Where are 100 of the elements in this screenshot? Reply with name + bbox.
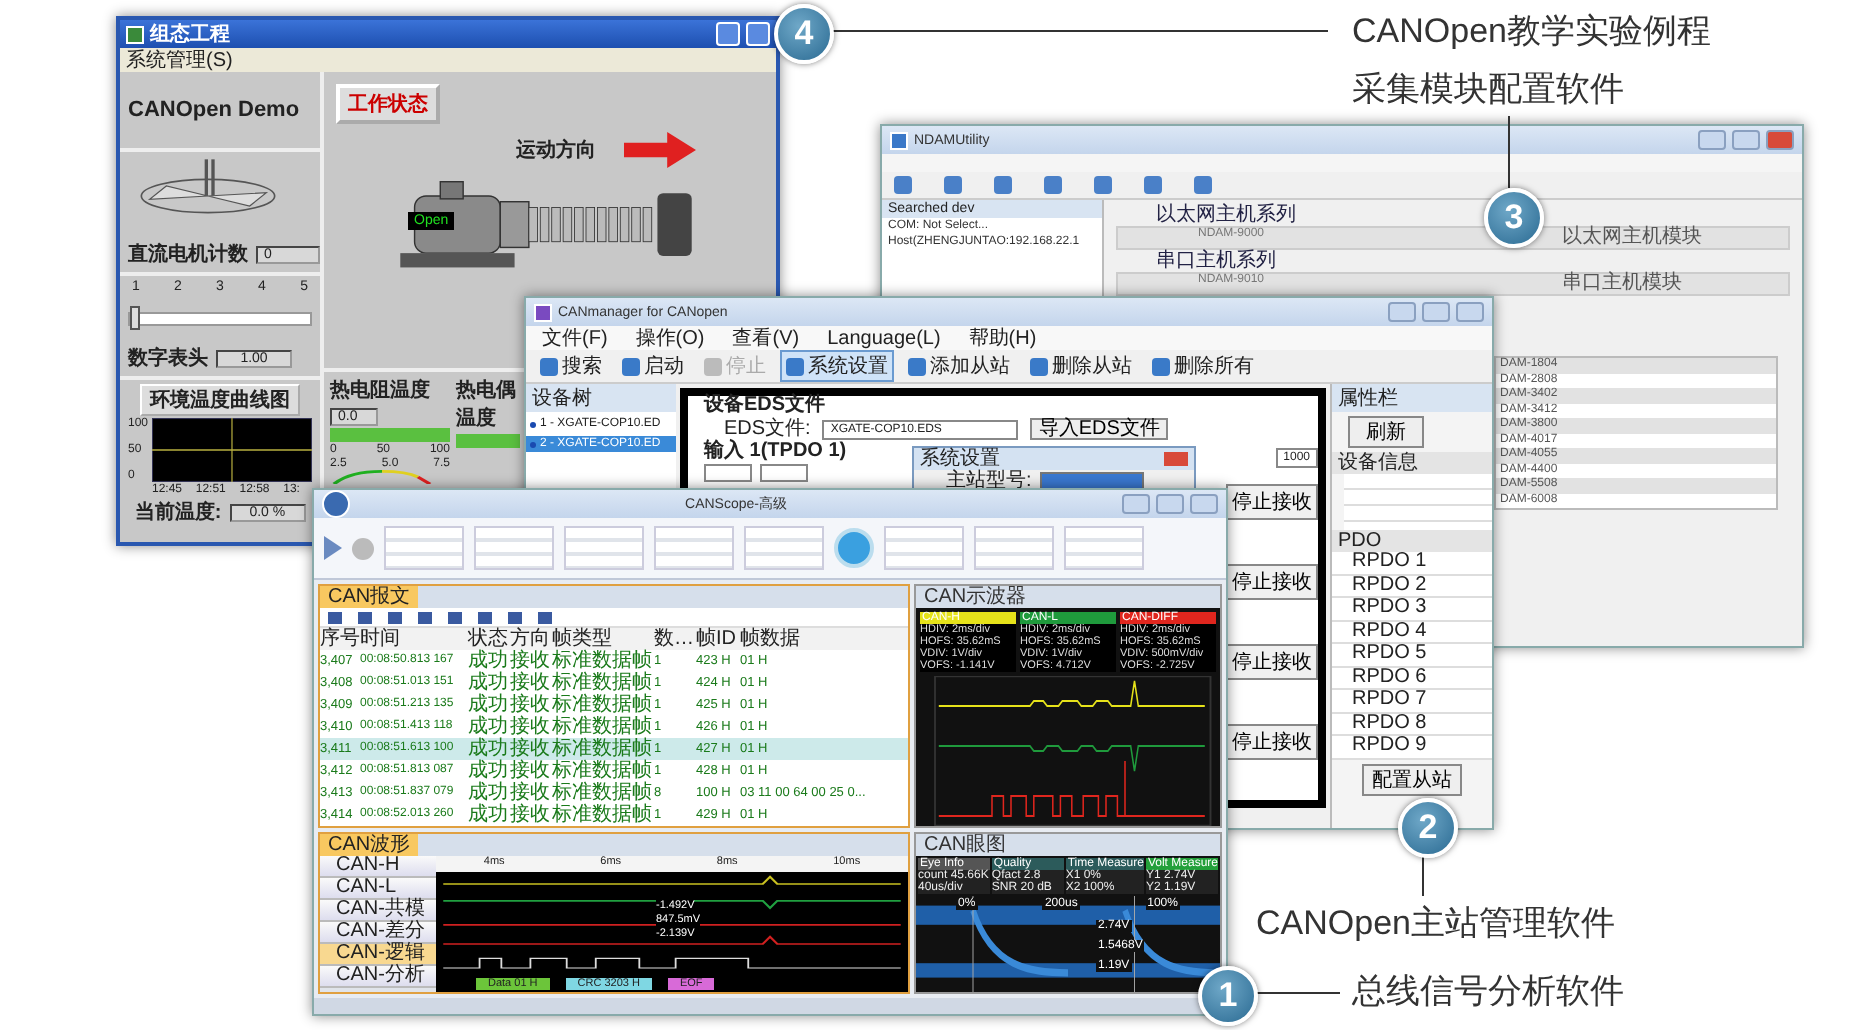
pdo-item[interactable]: RPDO 3 [1332, 598, 1492, 621]
minimize-button[interactable] [1698, 130, 1726, 150]
section-title: 输入 1(TPDO 1) [704, 442, 847, 462]
panel-tab[interactable]: CAN波形 [320, 834, 419, 856]
toolbar-icon[interactable] [448, 611, 462, 623]
toolbar-button[interactable]: 删除从站 [1024, 350, 1138, 382]
globe-icon[interactable] [834, 528, 874, 568]
table-cell: 成功 [468, 804, 510, 826]
maximize-button[interactable] [1156, 494, 1184, 514]
close-button[interactable] [1766, 130, 1794, 150]
pdo-item[interactable]: RPDO 1 [1332, 552, 1492, 575]
channel-item[interactable]: CAN-L [320, 878, 436, 900]
app-logo-icon[interactable] [322, 490, 350, 518]
stop-button[interactable]: 停止接收 [1226, 484, 1318, 520]
column-header[interactable]: 时间 [360, 628, 468, 650]
ribbon-field[interactable] [384, 526, 464, 570]
group-header[interactable]: PDO [1332, 530, 1492, 552]
pdo-item[interactable]: RPDO 4 [1332, 621, 1492, 644]
toolbar-button[interactable]: 启动 [616, 350, 690, 382]
toolbar-icon[interactable] [538, 611, 552, 623]
menu-item[interactable]: 文件(F) [542, 324, 608, 352]
column-header[interactable]: 状态 [468, 628, 510, 650]
ribbon-field[interactable] [744, 526, 824, 570]
toolbar-icon[interactable] [388, 611, 402, 623]
model-description: 串口主机模块 [1562, 274, 1684, 294]
input-field[interactable] [760, 464, 808, 482]
table-cell: 接收 [510, 672, 552, 694]
table-cell: 接收 [510, 716, 552, 738]
minimize-button[interactable] [1122, 494, 1150, 514]
tool-icon [622, 357, 640, 375]
section-title: 设备EDS文件 [704, 396, 826, 416]
column-header[interactable]: 帧数据 [740, 628, 908, 650]
toolbar-button[interactable]: 搜索 [534, 350, 608, 382]
stop-icon[interactable] [352, 537, 374, 559]
table-cell: 成功 [468, 672, 510, 694]
ribbon-field[interactable] [884, 526, 964, 570]
pdo-item[interactable]: RPDO 7 [1332, 690, 1492, 713]
toolbar-icon[interactable] [358, 611, 372, 623]
eds-label: EDS文件: [724, 419, 811, 439]
number-badge: 2 [1398, 798, 1458, 858]
menu-item[interactable]: Language(L) [827, 327, 941, 349]
channel-item[interactable]: CAN-差分 [320, 922, 436, 944]
toolbar-icon[interactable] [478, 611, 492, 623]
toolbar-button[interactable]: 添加从站 [902, 350, 1016, 382]
pdo-item[interactable]: RPDO 6 [1332, 667, 1492, 690]
ribbon-field[interactable] [564, 526, 644, 570]
toolbar-button[interactable]: 系统设置 [780, 350, 894, 382]
column-header[interactable]: 数… [654, 628, 696, 650]
ribbon-field[interactable] [474, 526, 554, 570]
pdo-item[interactable]: RPDO 8 [1332, 713, 1492, 736]
chart-title: 环境温度曲线图 [140, 384, 300, 416]
toolbar-icon[interactable] [328, 611, 342, 623]
table-cell: 成功 [468, 760, 510, 782]
series-option[interactable]: 串口主机系列 [1116, 250, 1276, 272]
counter-label: 直流电机计数 [128, 240, 248, 268]
minimize-button[interactable] [1388, 302, 1416, 322]
menu-item[interactable]: 帮助(H) [968, 324, 1037, 352]
channel-item[interactable]: CAN-逻辑 [320, 944, 436, 966]
toolbar-icon[interactable] [418, 611, 432, 623]
maximize-button[interactable] [1422, 302, 1450, 322]
channel-item[interactable]: CAN-H [320, 856, 436, 878]
column-header[interactable]: 序号 [320, 628, 360, 650]
menu-item[interactable]: 操作(O) [635, 324, 705, 352]
configure-button[interactable]: 配置从站 [1362, 764, 1462, 796]
ribbon-field[interactable] [974, 526, 1054, 570]
pdo-item[interactable]: RPDO 9 [1332, 736, 1492, 759]
stop-button[interactable]: 停止接收 [1226, 644, 1318, 680]
ribbon-field[interactable] [654, 526, 734, 570]
stop-button[interactable]: 停止接收 [1226, 564, 1318, 600]
pdo-item[interactable]: RPDO 2 [1332, 575, 1492, 598]
input-field[interactable] [704, 464, 752, 482]
column-header[interactable]: 帧类型 [552, 628, 654, 650]
menu-item[interactable]: 查看(V) [732, 324, 800, 352]
ribbon-field[interactable] [1064, 526, 1144, 570]
slider-thumb[interactable] [130, 306, 140, 330]
toolbar-button[interactable]: 删除所有 [1146, 350, 1260, 382]
callout-label: 采集模块配置软件 [1352, 68, 1624, 112]
maximize-button[interactable] [1732, 130, 1760, 150]
app-icon [534, 303, 552, 321]
tool-icon [540, 357, 558, 375]
pdo-item[interactable]: RPDO 5 [1332, 644, 1492, 667]
toolbar-icon[interactable] [508, 611, 522, 623]
gauge-label: 热电阻温度 [330, 376, 430, 404]
stop-button[interactable]: 停止接收 [1226, 724, 1318, 760]
restore-button[interactable] [1190, 494, 1218, 514]
model-dropdown[interactable] [1039, 471, 1144, 491]
series-option[interactable]: 以太网主机系列 [1116, 204, 1296, 226]
column-header[interactable]: 方向 [510, 628, 552, 650]
channel-item[interactable]: CAN-共模 [320, 900, 436, 922]
refresh-button[interactable]: 刷新 [1348, 416, 1424, 448]
table-cell: 标准数据帧 [552, 650, 654, 672]
table-cell: 标准数据帧 [552, 760, 654, 782]
column-header[interactable]: 帧ID [696, 628, 740, 650]
menu-item[interactable]: 系统管理(S) [126, 46, 233, 74]
status-button[interactable]: 工作状态 [336, 84, 440, 124]
group-header[interactable]: 设备信息 [1332, 452, 1492, 474]
channel-item[interactable]: CAN-分析 [320, 966, 436, 988]
import-button[interactable]: 导入EDS文件 [1030, 418, 1168, 440]
restore-button[interactable] [1456, 302, 1484, 322]
table-cell: 接收 [510, 760, 552, 782]
